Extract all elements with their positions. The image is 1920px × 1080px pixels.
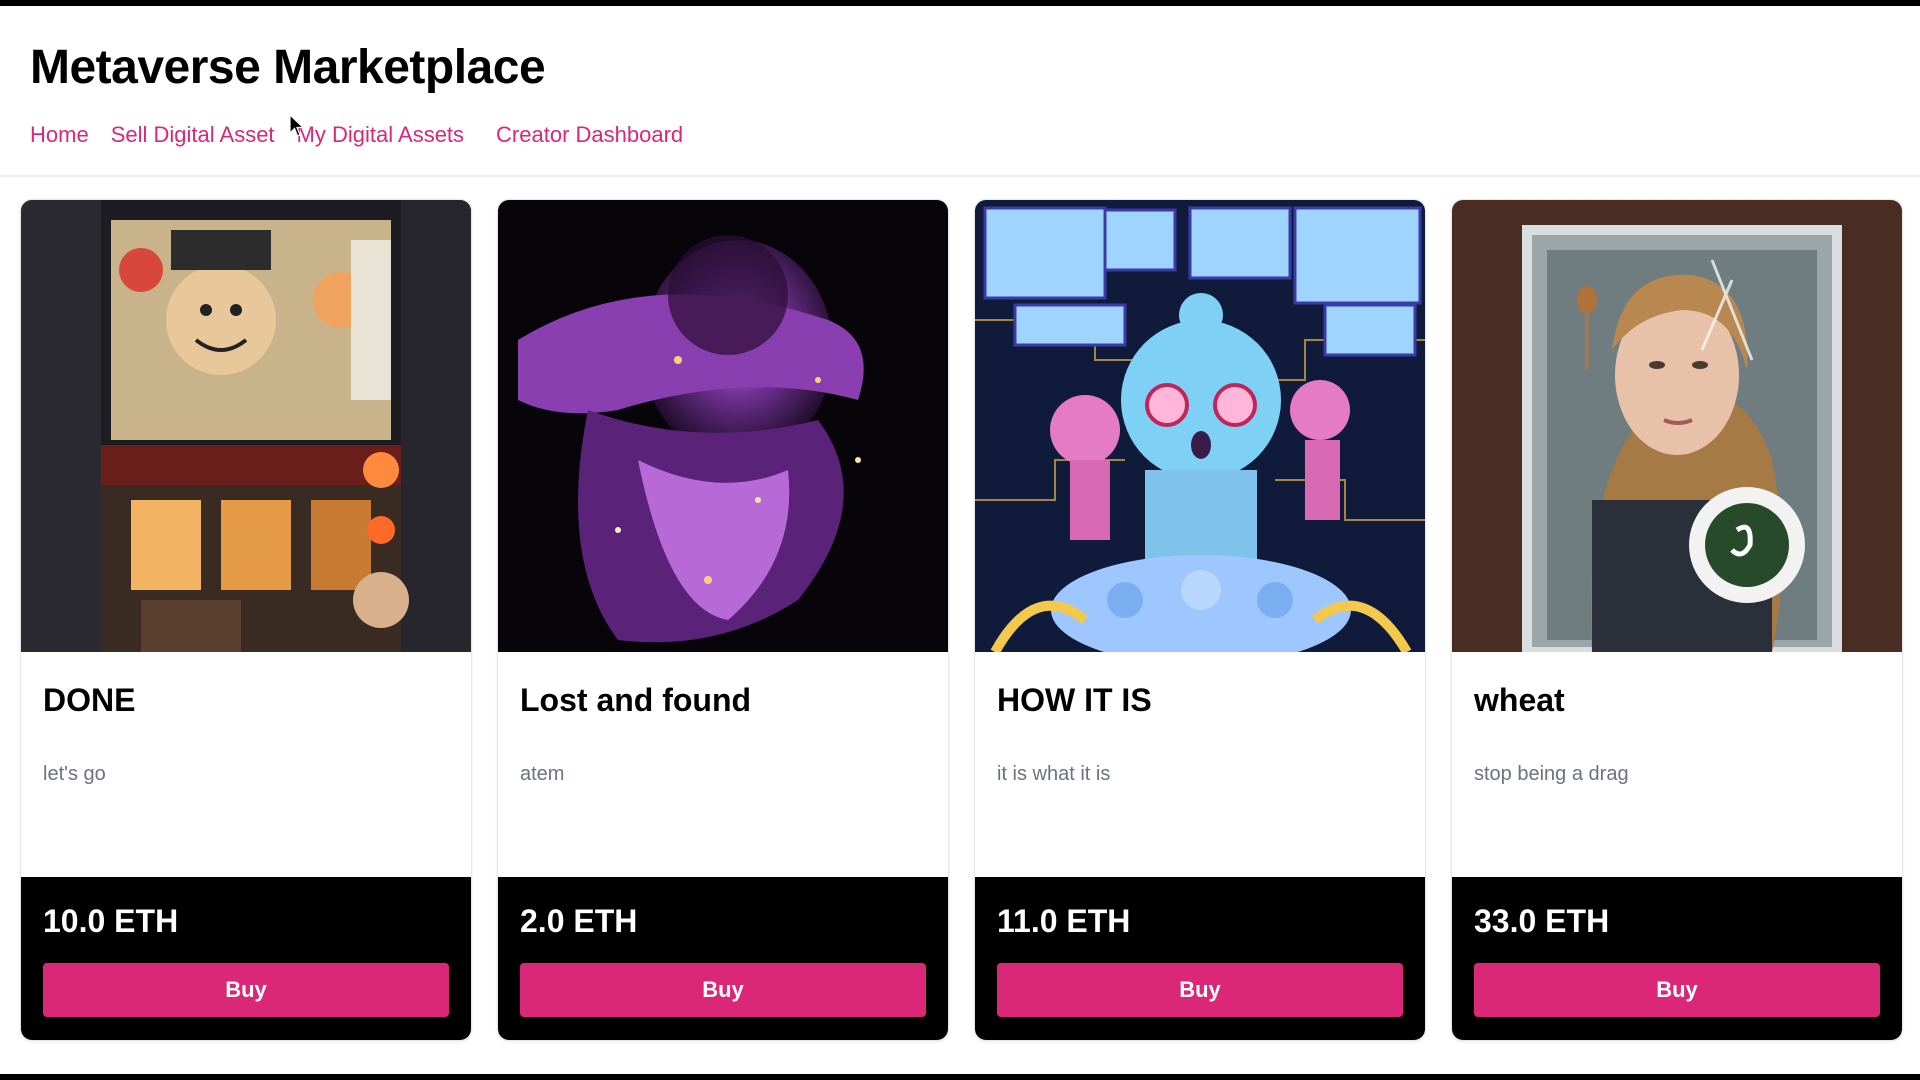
asset-name: wheat xyxy=(1474,682,1565,718)
asset-price: 33.0 ETH xyxy=(1474,903,1610,939)
card-price-bar: 11.0 ETH Buy xyxy=(975,877,1425,1040)
asset-card: Lost and found atem 2.0 ETH Buy xyxy=(497,199,949,1041)
card-body: HOW IT IS it is what it is xyxy=(975,652,1425,877)
card-price-bar: 33.0 ETH Buy xyxy=(1452,877,1902,1040)
glitter-figure-artwork[interactable] xyxy=(498,200,948,652)
asset-grid: DONE let's go 10.0 ETH Buy Lost and foun… xyxy=(20,199,1903,1041)
buy-button[interactable]: Buy xyxy=(1474,963,1880,1017)
asset-name: DONE xyxy=(43,682,136,718)
card-price-bar: 2.0 ETH Buy xyxy=(498,877,948,1040)
nav-creator-dashboard-link[interactable]: Creator Dashboard xyxy=(496,120,683,150)
card-body: wheat stop being a drag xyxy=(1452,652,1902,877)
asset-card: HOW IT IS it is what it is 11.0 ETH Buy xyxy=(974,199,1426,1041)
nav-my-assets-link[interactable]: My Digital Assets xyxy=(297,120,465,150)
asset-name: HOW IT IS xyxy=(997,682,1152,718)
site-title: Metaverse Marketplace xyxy=(30,41,546,94)
nav-sell-link[interactable]: Sell Digital Asset xyxy=(111,120,275,150)
main-nav: Home Sell Digital Asset My Digital Asset… xyxy=(30,120,1920,150)
buy-button[interactable]: Buy xyxy=(43,963,449,1017)
asset-description: stop being a drag xyxy=(1474,763,1629,785)
asset-card: wheat stop being a drag 33.0 ETH Buy xyxy=(1451,199,1903,1041)
asset-price: 2.0 ETH xyxy=(520,903,638,939)
page: Metaverse Marketplace Home Sell Digital … xyxy=(0,6,1920,1074)
asset-price: 10.0 ETH xyxy=(43,903,179,939)
mouse-cursor-icon xyxy=(289,114,305,137)
card-body: DONE let's go xyxy=(21,652,471,877)
asset-price: 11.0 ETH xyxy=(997,903,1131,939)
asset-description: atem xyxy=(520,763,565,785)
nav-home-link[interactable]: Home xyxy=(30,120,89,150)
buy-button[interactable]: Buy xyxy=(997,963,1403,1017)
asset-name: Lost and found xyxy=(520,682,752,718)
card-body: Lost and found atem xyxy=(498,652,948,877)
buy-button[interactable]: Buy xyxy=(520,963,926,1017)
illustrated-street-shop-artwork[interactable] xyxy=(21,200,471,652)
asset-description: let's go xyxy=(43,763,106,785)
pixel-art-character-artwork[interactable] xyxy=(975,200,1425,652)
site-header: Metaverse Marketplace Home Sell Digital … xyxy=(0,6,1920,177)
asset-card: DONE let's go 10.0 ETH Buy xyxy=(20,199,472,1041)
portrait-behind-glass-artwork[interactable] xyxy=(1452,200,1902,652)
card-price-bar: 10.0 ETH Buy xyxy=(21,877,471,1040)
asset-description: it is what it is xyxy=(997,763,1111,785)
